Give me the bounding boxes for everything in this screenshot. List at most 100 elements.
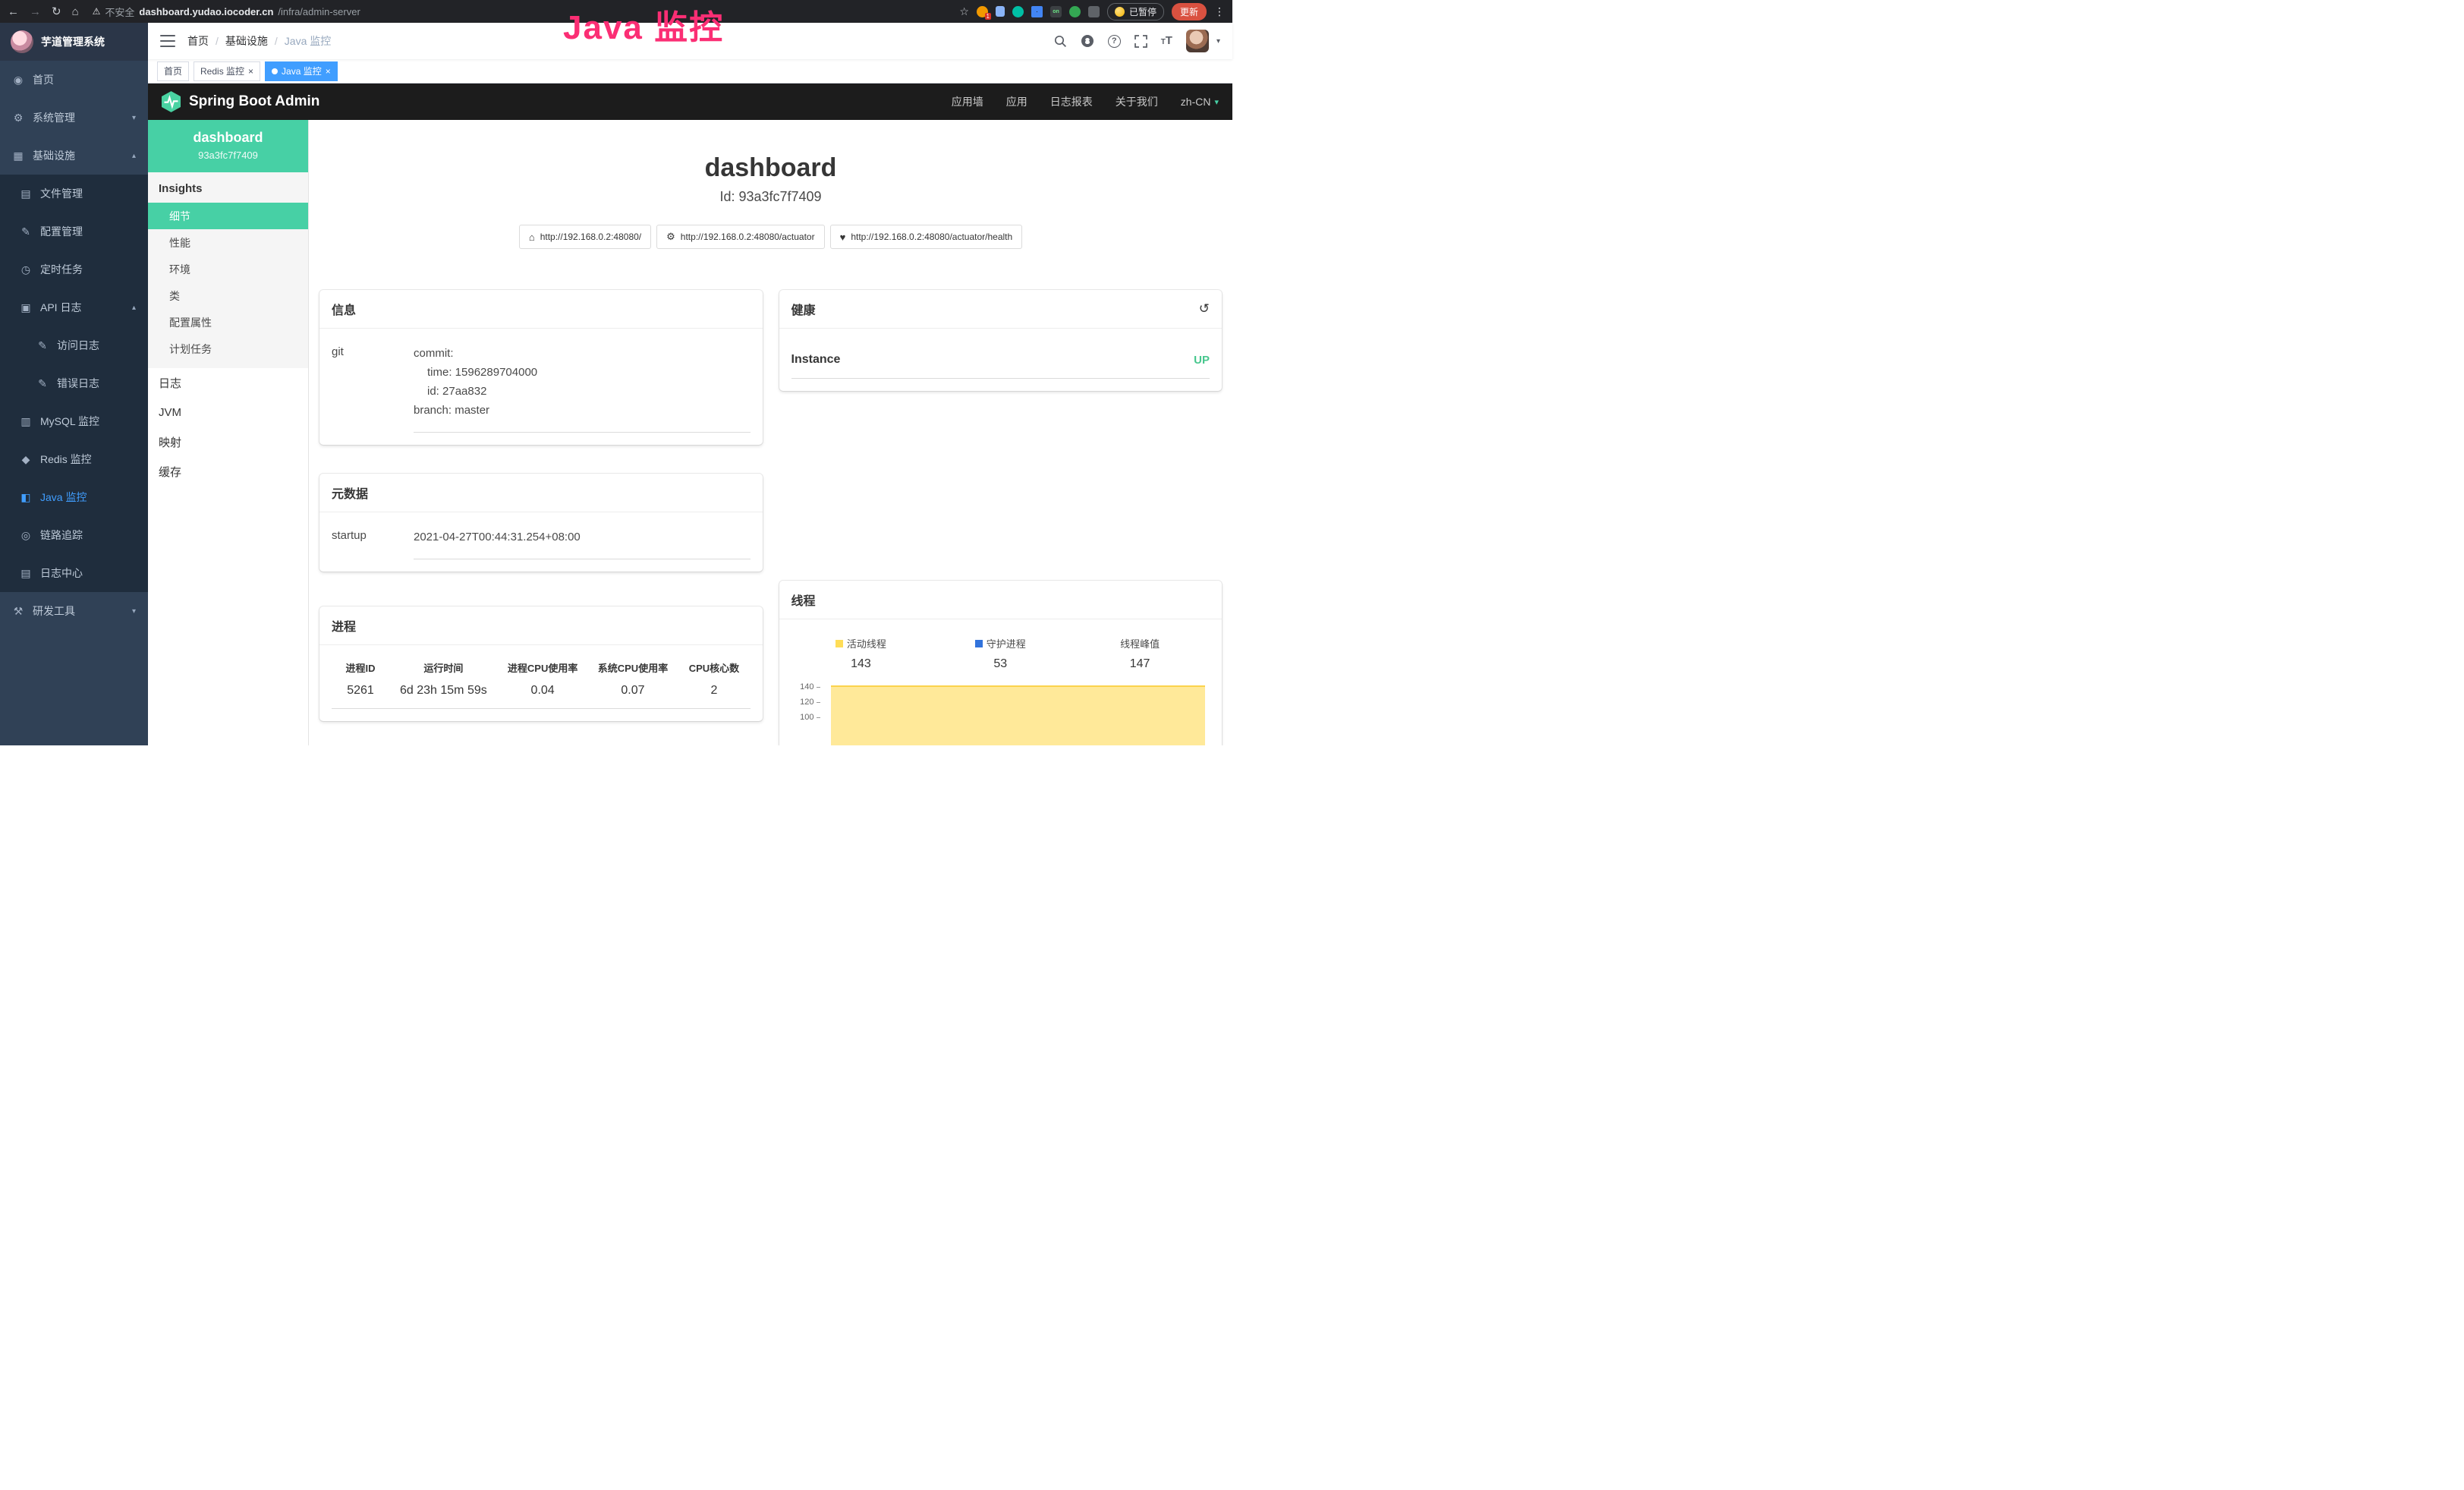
sba-nav-about[interactable]: 关于我们 — [1116, 94, 1158, 109]
close-icon[interactable]: × — [248, 67, 253, 76]
sidebar-item-system[interactable]: ⚙ 系统管理 ▾ — [0, 99, 148, 137]
sidebar-item-config-manage[interactable]: ✎ 配置管理 — [0, 213, 148, 250]
sba-language-select[interactable]: zh-CN ▾ — [1181, 96, 1219, 108]
sidebar-item-label: 基础设施 — [33, 148, 75, 163]
sidebar-item-java-monitor[interactable]: ◧ Java 监控 — [0, 478, 148, 516]
breadcrumb-home[interactable]: 首页 — [187, 33, 209, 49]
sidebar-item-home[interactable]: ◉ 首页 — [0, 61, 148, 99]
chrome-update-button[interactable]: 更新 — [1172, 3, 1207, 20]
sidebar-item-log-center[interactable]: ▤ 日志中心 — [0, 554, 148, 592]
tab-redis-monitor[interactable]: Redis 监控 × — [194, 61, 260, 81]
sba-menu-config-props[interactable]: 配置属性 — [148, 309, 308, 335]
browser-menu-icon[interactable]: ⋮ — [1214, 5, 1225, 18]
sidebar-item-dev-tools[interactable]: ⚒ 研发工具 ▾ — [0, 592, 148, 630]
sidebar-item-access-logs[interactable]: ✎ 访问日志 — [0, 326, 148, 364]
sidebar-item-label: MySQL 监控 — [40, 414, 99, 429]
caret-down-icon[interactable]: ▾ — [1216, 37, 1220, 46]
profile-paused-chip[interactable]: 已暂停 — [1107, 3, 1164, 20]
sidebar-item-mysql-monitor[interactable]: ▥ MySQL 监控 — [0, 402, 148, 440]
active-dot — [272, 68, 278, 74]
sidebar-item-api-logs[interactable]: ▣ API 日志 ▴ — [0, 288, 148, 326]
sidebar-item-redis-monitor[interactable]: ◆ Redis 监控 — [0, 440, 148, 478]
not-secure-warning-icon: ⚠ — [93, 6, 101, 17]
sba-menu-scheduled-tasks[interactable]: 计划任务 — [148, 335, 308, 362]
info-card-title: 信息 — [332, 300, 356, 318]
sidebar-item-scheduled-jobs[interactable]: ◷ 定时任务 — [0, 250, 148, 288]
switch-on-label: on — [1053, 9, 1059, 14]
gear-icon: ⚙ — [12, 112, 24, 124]
app-logo[interactable]: 芋道管理系统 — [0, 23, 148, 61]
extension-pin-icon[interactable] — [996, 6, 1005, 17]
legend-label: 线程峰值 — [1120, 636, 1160, 650]
user-avatar[interactable] — [1186, 30, 1209, 52]
sba-menu-jvm[interactable]: JVM — [148, 398, 308, 427]
info-line: branch: master — [414, 401, 751, 420]
sidebar-item-label: 研发工具 — [33, 603, 75, 619]
service-url-button[interactable]: ⌂ http://192.168.0.2:48080/ — [519, 225, 651, 249]
log-icon: ▣ — [20, 301, 32, 314]
address-bar[interactable]: ⚠ 不安全 dashboard.yudao.iocoder.cn/infra/a… — [93, 5, 951, 19]
search-icon[interactable] — [1054, 35, 1067, 48]
extension-grid-icon[interactable] — [1031, 6, 1043, 17]
sba-menu-details[interactable]: 细节 — [148, 203, 308, 229]
sba-menu-caches[interactable]: 缓存 — [148, 457, 308, 487]
extension-puzzle-icon[interactable] — [1088, 6, 1100, 17]
sidebar-collapse-icon[interactable] — [160, 35, 175, 47]
sidebar-item-label: 链路追踪 — [40, 528, 83, 543]
threads-chart: 140 120 100 — [791, 683, 1210, 745]
fullscreen-icon[interactable] — [1134, 35, 1147, 48]
y-tick: 140 — [791, 683, 820, 691]
back-icon[interactable]: ← — [8, 5, 19, 18]
instance-title: dashboard — [319, 153, 1222, 183]
chevron-down-icon: ▾ — [132, 607, 136, 616]
tab-java-monitor[interactable]: Java 监控 × — [265, 61, 338, 81]
chevron-down-icon: ▾ — [1214, 97, 1219, 107]
sba-nav-wallboard[interactable]: 应用墙 — [952, 94, 983, 109]
close-icon[interactable]: × — [326, 67, 331, 76]
sba-nav-journal[interactable]: 日志报表 — [1050, 94, 1093, 109]
font-size-icon[interactable]: TT — [1161, 34, 1172, 48]
tab-label: 首页 — [164, 65, 182, 77]
github-icon[interactable] — [1081, 34, 1094, 48]
reload-icon[interactable]: ↻ — [52, 5, 61, 18]
actuator-url-button[interactable]: ⚙ http://192.168.0.2:48080/actuator — [656, 225, 824, 249]
process-uptime: 6d 23h 15m 59s — [389, 679, 498, 708]
sba-brand[interactable]: Spring Boot Admin — [162, 91, 319, 112]
home-icon: ⌂ — [529, 232, 535, 243]
extension-switch-icon[interactable]: on — [1050, 6, 1062, 17]
redis-icon: ◆ — [20, 453, 32, 466]
process-col-header: 系统CPU使用率 — [588, 654, 678, 679]
sidebar-item-file-manage[interactable]: ▤ 文件管理 — [0, 175, 148, 213]
browser-home-icon[interactable]: ⌂ — [72, 5, 79, 18]
threads-card: 线程 活动线程 143 守护进程 — [779, 581, 1223, 745]
tab-label: Redis 监控 — [200, 65, 244, 77]
threads-legend: 活动线程 143 守护进程 53 线程峰值 — [791, 628, 1210, 673]
active-threads-swatch — [835, 640, 843, 647]
sba-menu-classes[interactable]: 类 — [148, 282, 308, 309]
health-card-title: 健康 — [791, 300, 816, 318]
daemon-threads-swatch — [975, 640, 983, 647]
sba-menu-metrics[interactable]: 性能 — [148, 229, 308, 256]
sba-menu-logs[interactable]: 日志 — [148, 368, 308, 398]
tab-home[interactable]: 首页 — [157, 61, 189, 81]
edit-icon: ✎ — [36, 339, 49, 352]
info-line: id: 27aa832 — [414, 382, 751, 401]
sidebar-item-tracing[interactable]: ◎ 链路追踪 — [0, 516, 148, 554]
sba-menu-mappings[interactable]: 映射 — [148, 427, 308, 457]
eye-icon: ◎ — [20, 529, 32, 542]
sidebar-item-label: 文件管理 — [40, 186, 83, 201]
help-icon[interactable]: ? — [1108, 35, 1121, 48]
sba-nav-applications[interactable]: 应用 — [1006, 94, 1027, 109]
breadcrumb-infra[interactable]: 基础设施 — [225, 33, 268, 49]
history-icon[interactable]: ↺ — [1199, 301, 1210, 317]
extension-leaf-icon[interactable] — [1069, 6, 1081, 17]
extension-proxy-icon[interactable]: 1 — [977, 6, 988, 17]
health-url-button[interactable]: ♥ http://192.168.0.2:48080/actuator/heal… — [830, 225, 1023, 249]
sidebar-item-label: Redis 监控 — [40, 452, 92, 467]
sidebar-item-infra[interactable]: ▦ 基础设施 ▴ — [0, 137, 148, 175]
sba-menu-environment[interactable]: 环境 — [148, 256, 308, 282]
sidebar-item-error-logs[interactable]: ✎ 错误日志 — [0, 364, 148, 402]
extension-teal-icon[interactable] — [1012, 6, 1024, 17]
bookmark-star-icon[interactable]: ☆ — [959, 5, 969, 18]
forward-icon[interactable]: → — [30, 5, 41, 18]
